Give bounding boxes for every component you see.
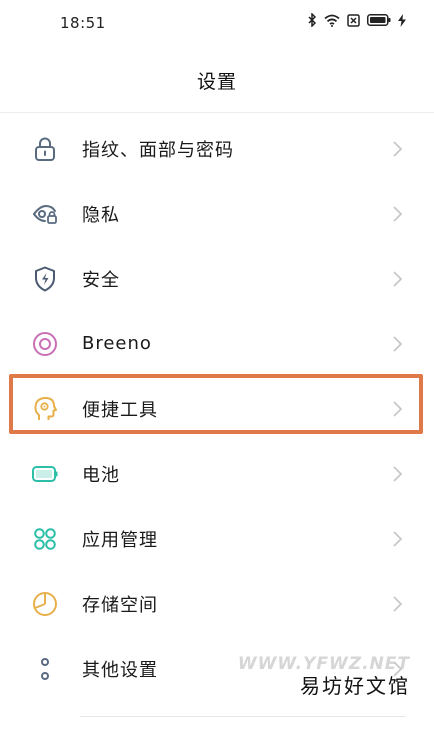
privacy-eye-icon <box>32 201 58 227</box>
sim-card-icon <box>347 13 360 27</box>
settings-item-breeno[interactable]: Breeno <box>0 311 434 376</box>
settings-item-label: 存储空间 <box>82 594 158 616</box>
watermark: WWW.YFWZ.NET 易坊好文馆 <box>238 654 410 699</box>
chevron-right-icon <box>393 205 403 222</box>
settings-item-label: 应用管理 <box>82 529 158 551</box>
header-divider <box>0 112 434 113</box>
lock-icon <box>32 136 58 162</box>
breeno-icon <box>32 331 58 357</box>
settings-item-battery[interactable]: 电池 <box>0 441 434 506</box>
status-bar: 18:51 <box>0 0 434 44</box>
settings-item-label: 其他设置 <box>82 659 158 681</box>
watermark-name: 易坊好文馆 <box>300 674 410 698</box>
page-title: 设置 <box>196 71 237 93</box>
status-time: 18:51 <box>60 14 106 32</box>
chevron-right-icon <box>393 140 403 157</box>
settings-item-label: 安全 <box>82 269 120 291</box>
settings-item-security[interactable]: 安全 <box>0 246 434 311</box>
shield-icon <box>32 266 58 292</box>
chevron-right-icon <box>393 530 403 547</box>
settings-item-fingerprint-face-password[interactable]: 指纹、面部与密码 <box>0 116 434 181</box>
settings-item-label: 电池 <box>82 464 120 486</box>
charging-icon <box>398 13 406 27</box>
storage-pie-icon <box>32 591 58 617</box>
wifi-icon <box>324 14 340 27</box>
settings-item-label: 隐私 <box>82 204 120 226</box>
more-settings-icon <box>32 656 58 682</box>
settings-item-label: Breeno <box>82 333 152 354</box>
chevron-right-icon <box>393 465 403 482</box>
battery-icon <box>367 14 391 26</box>
list-bottom-divider <box>80 716 406 717</box>
status-icons <box>308 13 406 27</box>
apps-grid-icon <box>32 526 58 552</box>
settings-item-privacy[interactable]: 隐私 <box>0 181 434 246</box>
chevron-right-icon <box>393 595 403 612</box>
highlight-annotation-box <box>9 374 423 434</box>
battery-icon <box>32 461 58 487</box>
settings-item-app-management[interactable]: 应用管理 <box>0 506 434 571</box>
chevron-right-icon <box>393 270 403 287</box>
settings-item-storage[interactable]: 存储空间 <box>0 571 434 636</box>
settings-item-label: 指纹、面部与密码 <box>82 139 234 161</box>
bluetooth-icon <box>308 13 317 27</box>
chevron-right-icon <box>393 335 403 352</box>
title-bar: 设置 <box>0 60 434 104</box>
